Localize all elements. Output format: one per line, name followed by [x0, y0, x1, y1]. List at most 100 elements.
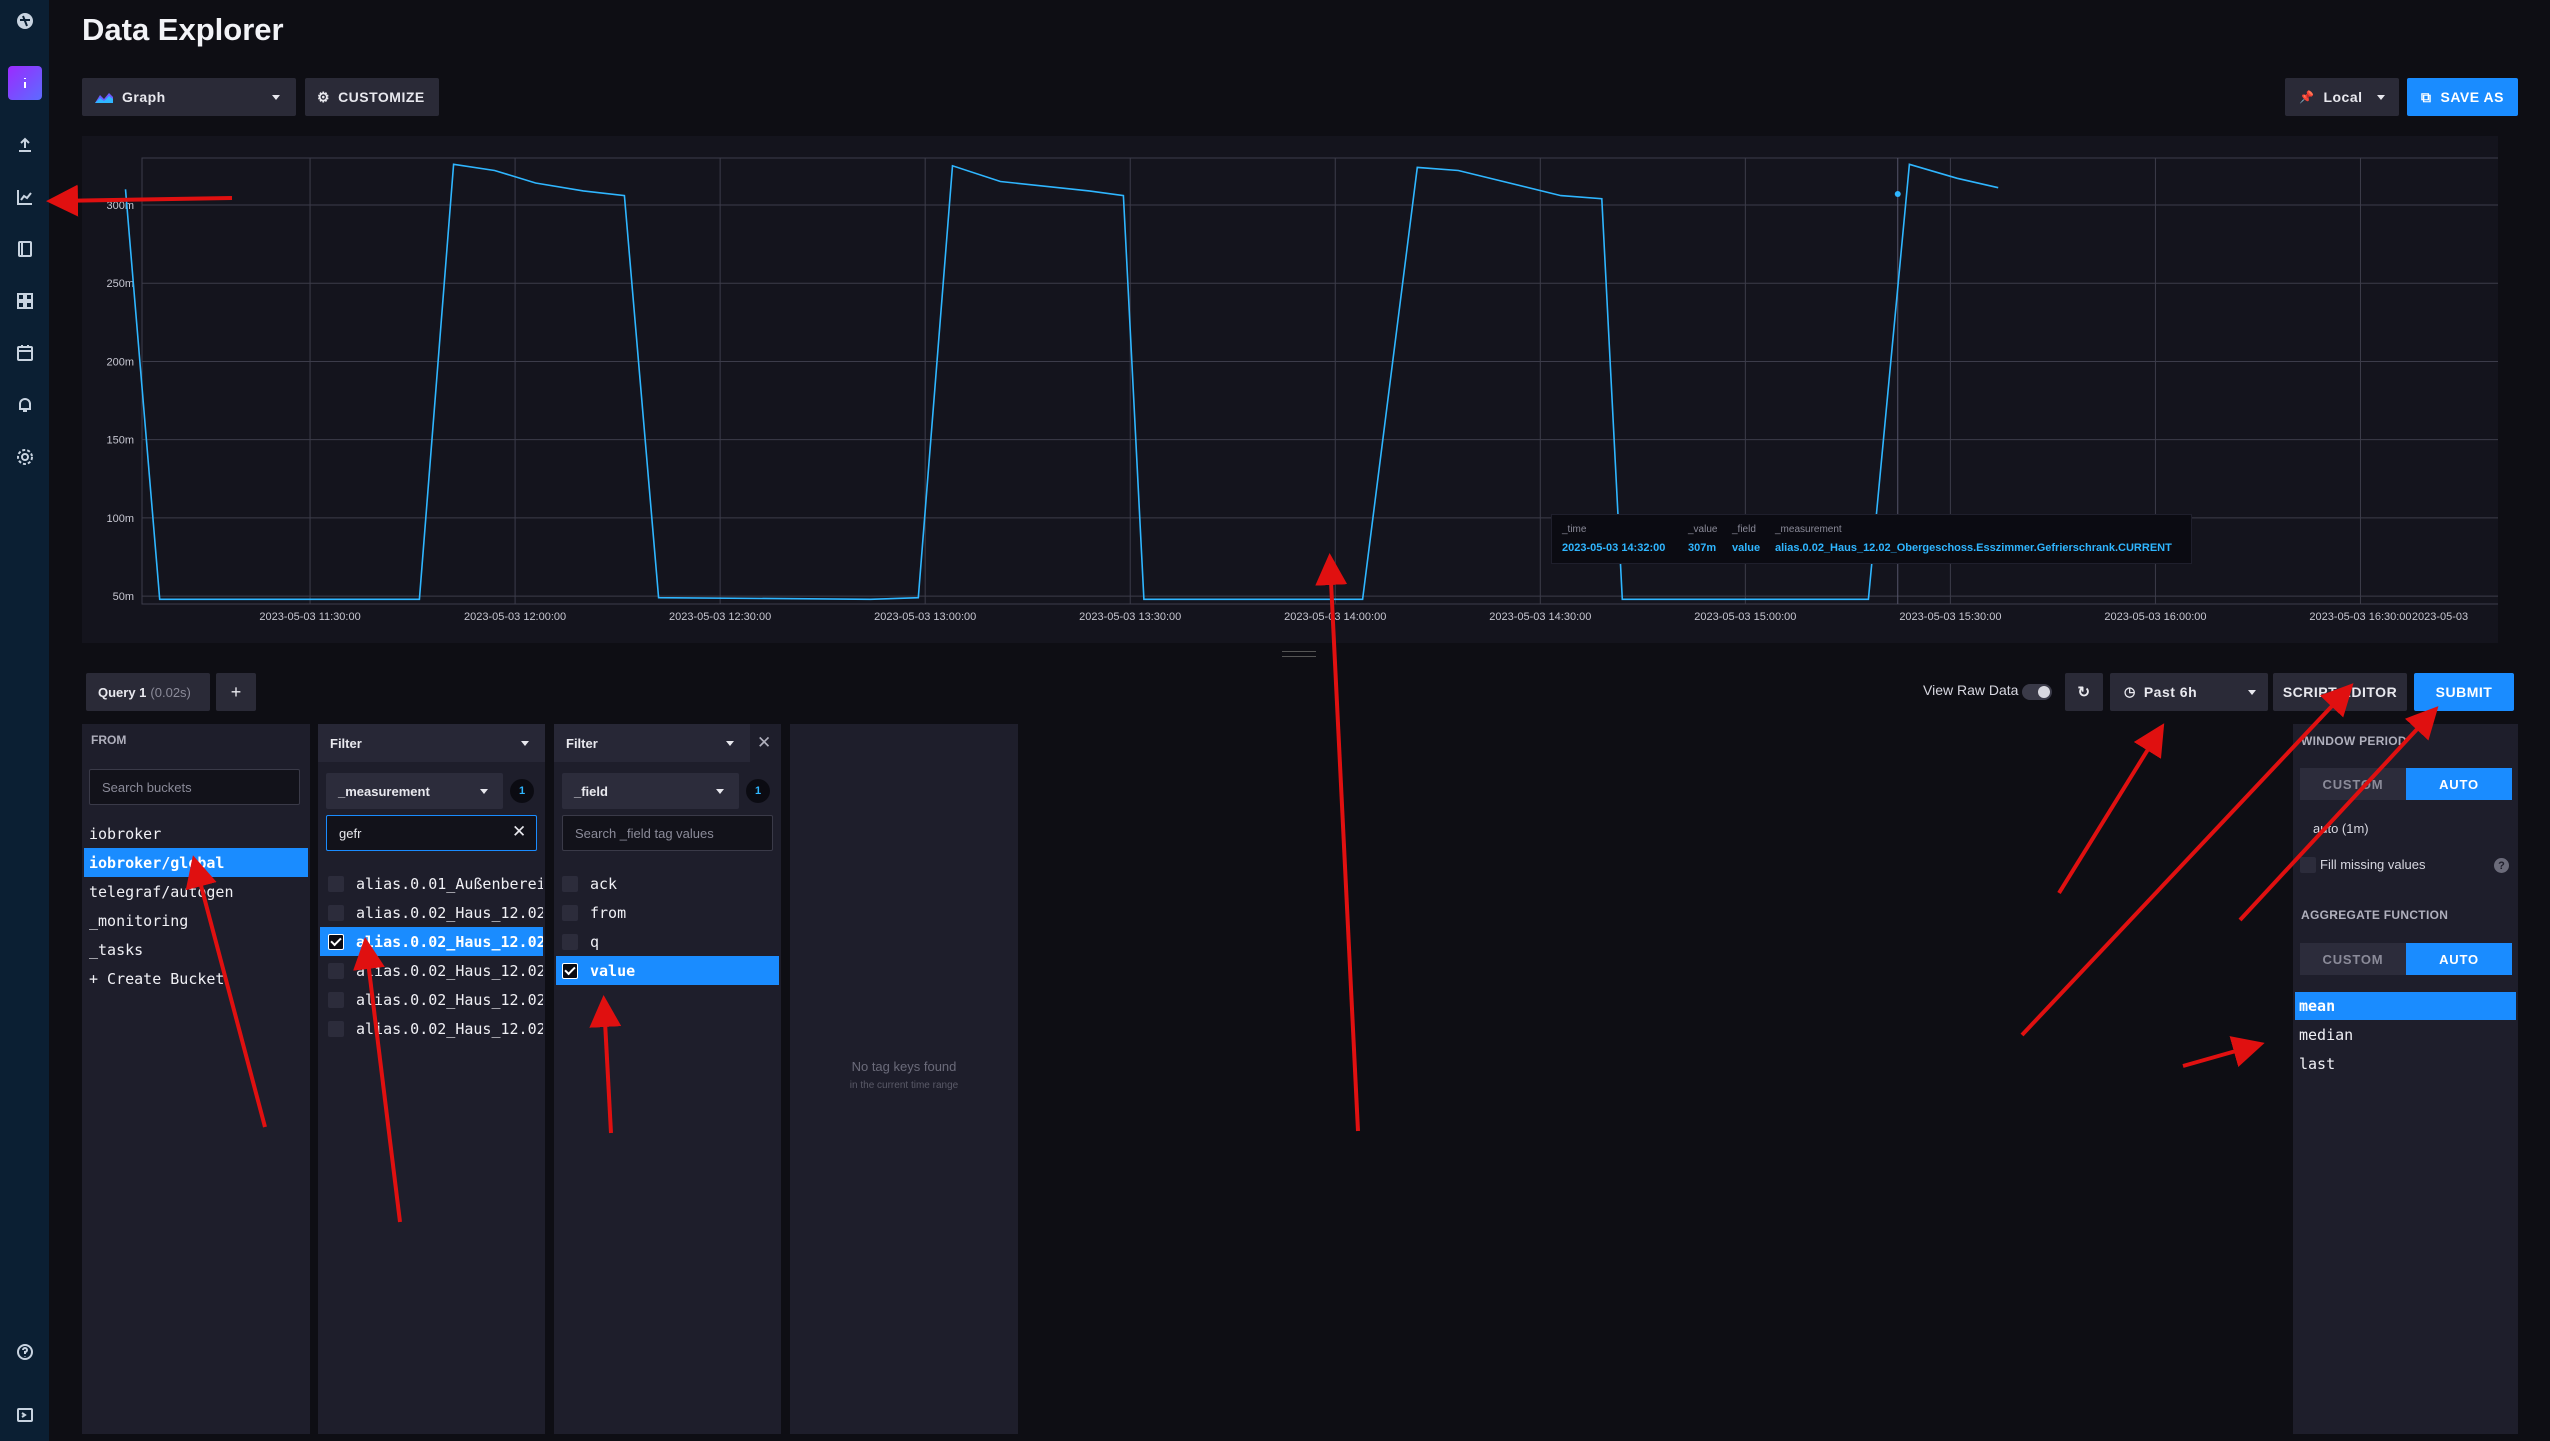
clear-search-icon[interactable]: ✕: [512, 822, 526, 842]
window-auto-button[interactable]: AUTO: [2406, 768, 2512, 800]
aggregate-auto-button[interactable]: AUTO: [2406, 943, 2512, 975]
time-range-label: Past 6h: [2143, 684, 2198, 700]
bucket-search-input[interactable]: [89, 769, 300, 805]
x-tick-label: 2023-05-03 12:30:00: [669, 611, 771, 623]
upload-icon[interactable]: [8, 128, 42, 162]
x-tick-label: 2023-05-03 14:30:00: [1489, 611, 1591, 623]
add-query-button[interactable]: +: [216, 673, 256, 711]
bucket-item[interactable]: telegraf/autogen: [84, 877, 308, 906]
save-as-button[interactable]: ⧉ SAVE AS: [2407, 78, 2518, 116]
tag-value-item[interactable]: q: [556, 927, 779, 956]
y-tick-label: 50m: [113, 591, 134, 603]
annotation-arrow: [2057, 723, 2165, 895]
tag-value-search-input[interactable]: [562, 815, 773, 851]
y-tick-label: 300m: [106, 200, 134, 212]
customize-label: CUSTOMIZE: [338, 89, 425, 105]
view-type-dropdown[interactable]: Graph: [82, 78, 296, 116]
chevron-down-icon: [480, 789, 488, 794]
checkbox-checked[interactable]: [328, 933, 344, 950]
logo-icon[interactable]: [8, 4, 42, 38]
aggregate-custom-button[interactable]: CUSTOM: [2300, 943, 2406, 975]
bucket-item[interactable]: iobroker: [84, 819, 308, 848]
panel-resize-handle[interactable]: [1282, 651, 1316, 657]
checkbox[interactable]: [328, 991, 344, 1008]
fill-missing-checkbox[interactable]: [2300, 857, 2316, 873]
chevron-down-icon: [272, 95, 280, 100]
aggregate-function-item[interactable]: median: [2295, 1021, 2516, 1049]
tag-value-label: value: [590, 961, 636, 980]
x-tick-label: 2023-05-03 11:30:00: [259, 611, 360, 623]
checkbox[interactable]: [562, 933, 578, 950]
tag-key-dropdown[interactable]: _measurement: [326, 773, 503, 809]
tag-key-dropdown[interactable]: _field: [562, 773, 739, 809]
script-editor-button[interactable]: SCRIPT EDITOR: [2273, 673, 2407, 711]
dashboard-icon[interactable]: [8, 284, 42, 318]
tag-value-item[interactable]: alias.0.02_Haus_12.02_: [320, 956, 543, 985]
tag-value-item[interactable]: alias.0.01_Außenbereich: [320, 869, 543, 898]
tag-value-item[interactable]: from: [556, 898, 779, 927]
refresh-button[interactable]: ↻: [2065, 673, 2103, 711]
bell-icon[interactable]: [8, 388, 42, 422]
filter-heading: Filter: [330, 735, 362, 751]
help-icon[interactable]: [8, 1335, 42, 1369]
x-tick-label: 2023-05-03 15:00:00: [1694, 611, 1796, 623]
aggregate-function-item[interactable]: last: [2295, 1050, 2516, 1078]
x-tick-label: 2023-05-03 12:00:00: [464, 611, 566, 623]
user-icon[interactable]: [8, 66, 42, 100]
checkbox[interactable]: [562, 875, 578, 892]
bucket-item[interactable]: _monitoring: [84, 906, 308, 935]
query-tab[interactable]: Query 1 (0.02s): [86, 673, 210, 711]
remove-filter-icon[interactable]: ✕: [757, 733, 771, 753]
timezone-label: Local: [2323, 89, 2363, 105]
customize-button[interactable]: ⚙ CUSTOMIZE: [305, 78, 439, 116]
tag-value-label: q: [590, 932, 600, 951]
checkbox[interactable]: [328, 875, 344, 892]
bucket-item[interactable]: _tasks: [84, 935, 308, 964]
bucket-item-selected[interactable]: iobroker/global: [84, 848, 308, 877]
checkbox[interactable]: [328, 1020, 344, 1037]
notebook-icon[interactable]: [8, 232, 42, 266]
data-explorer-icon[interactable]: [8, 180, 42, 214]
checkbox-checked[interactable]: [562, 962, 578, 979]
calendar-icon[interactable]: [8, 336, 42, 370]
tag-value-item-selected[interactable]: alias.0.02_Haus_12.02_: [320, 927, 543, 956]
create-bucket-link[interactable]: + Create Bucket: [84, 964, 308, 993]
clock-icon: ◷: [2124, 684, 2136, 699]
line-chart[interactable]: 50m 100m 150m 200m 250m 300m 2023-05-03 11:30:…: [82, 136, 2498, 643]
selected-count-badge: 1: [510, 779, 534, 803]
tag-value-item-selected[interactable]: value: [556, 956, 779, 985]
tooltip-header-measurement: _measurement: [1775, 524, 1842, 535]
x-tick-label: 2023-05-03 16:30:00: [2309, 611, 2411, 623]
chevron-down-icon: [726, 741, 734, 746]
tag-value-label: alias.0.02_Haus_12.02_: [356, 903, 543, 922]
help-icon[interactable]: ?: [2494, 858, 2509, 873]
gear-icon[interactable]: [8, 440, 42, 474]
window-custom-button[interactable]: CUSTOM: [2300, 768, 2406, 800]
timezone-dropdown[interactable]: 📌 Local: [2285, 78, 2399, 116]
y-tick-label: 250m: [106, 278, 134, 290]
from-heading: FROM: [91, 733, 127, 747]
x-tick-label: 2023-05-03 16:00:00: [2104, 611, 2206, 623]
checkbox[interactable]: [562, 904, 578, 921]
tag-value-item[interactable]: alias.0.02_Haus_12.02_: [320, 1014, 543, 1043]
filter-header[interactable]: Filter: [554, 724, 750, 762]
side-nav: [0, 0, 49, 1441]
filter-header[interactable]: Filter: [318, 724, 545, 762]
tag-value-item[interactable]: ack: [556, 869, 779, 898]
tag-key-label: _field: [574, 783, 608, 799]
hover-tooltip: _time _value _field _measurement 2023-05…: [1551, 514, 2192, 564]
y-tick-label: 150m: [106, 435, 134, 447]
tag-value-search-input[interactable]: [326, 815, 537, 851]
from-card: FROM iobroker iobroker/global telegraf/a…: [82, 724, 310, 1434]
collapse-nav-icon[interactable]: [8, 1398, 42, 1432]
time-range-dropdown[interactable]: ◷ Past 6h: [2110, 673, 2268, 711]
tooltip-header-time: _time: [1562, 524, 1587, 535]
aggregate-function-selected[interactable]: mean: [2295, 992, 2516, 1020]
checkbox[interactable]: [328, 962, 344, 979]
view-raw-toggle[interactable]: [2022, 684, 2052, 700]
hover-point: [1894, 190, 1901, 197]
tag-value-item[interactable]: alias.0.02_Haus_12.02_: [320, 985, 543, 1014]
tag-value-item[interactable]: alias.0.02_Haus_12.02_: [320, 898, 543, 927]
checkbox[interactable]: [328, 904, 344, 921]
submit-button[interactable]: SUBMIT: [2414, 673, 2514, 711]
